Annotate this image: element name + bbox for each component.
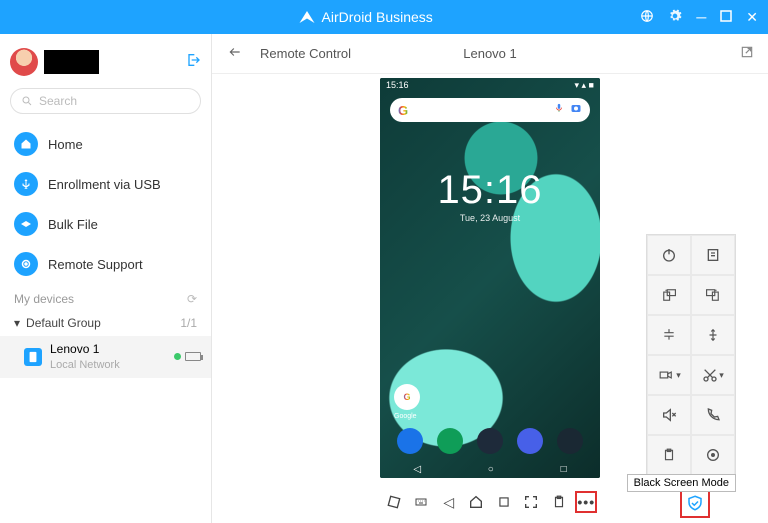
nav-home-icon[interactable]: ○ [488, 464, 494, 475]
toolbar-fullscreen-icon[interactable] [520, 491, 542, 513]
bottom-toolbar: ◁ ••• [380, 487, 600, 517]
content-area: Remote Control Lenovo 1 15:16 ▾ ▴ ■ G [212, 34, 768, 523]
google-search-bar[interactable]: G [390, 98, 590, 122]
nav-enrollment[interactable]: Enrollment via USB [0, 164, 211, 204]
nav-bulk-file[interactable]: Bulk File [0, 204, 211, 244]
chevron-down-icon: ▾ [14, 316, 20, 330]
refresh-icon[interactable]: ⟳ [187, 292, 197, 306]
tool-volume-up[interactable] [691, 315, 735, 355]
google-g-icon: G [398, 103, 408, 118]
tool-volume-down[interactable] [647, 315, 691, 355]
home-icon [14, 132, 38, 156]
black-screen-mode-button[interactable] [680, 488, 710, 518]
tool-record[interactable]: ▾ [647, 355, 691, 395]
tool-call[interactable] [691, 395, 735, 435]
tool-cut[interactable]: ▾ [691, 355, 735, 395]
mic-icon [554, 101, 564, 119]
device-group[interactable]: ▾Default Group 1/1 [0, 310, 211, 336]
phone-status-time: 15:16 [386, 80, 409, 92]
phone-status-icons: ▾ ▴ ■ [575, 80, 594, 92]
header-device-name: Lenovo 1 [463, 46, 517, 61]
nav-home[interactable]: Home [0, 124, 211, 164]
toolbar-rotate-icon[interactable] [383, 491, 405, 513]
tooltip-black-screen: Black Screen Mode [627, 474, 736, 492]
sidebar: Search Home Enrollment via USB Bulk File… [0, 34, 212, 523]
online-status-icon [174, 353, 181, 360]
tool-power[interactable] [647, 235, 691, 275]
content-header: Remote Control Lenovo 1 [212, 34, 768, 74]
app-title: AirDroid Business [298, 8, 433, 26]
back-icon[interactable] [226, 45, 244, 62]
battery-icon [185, 352, 201, 361]
toolbar-clipboard-icon[interactable] [548, 491, 570, 513]
my-devices-label: My devices ⟳ [0, 284, 211, 310]
dock-phone-icon[interactable] [397, 428, 423, 454]
username-redacted [44, 50, 99, 74]
phone-dock [380, 428, 600, 454]
clock-date: Tue, 23 August [380, 213, 600, 223]
airdroid-logo-icon [298, 8, 316, 26]
nav-recent-icon[interactable]: □ [561, 464, 567, 475]
tool-rotate-left[interactable] [647, 275, 691, 315]
tool-mute[interactable] [647, 395, 691, 435]
nav-remote-support[interactable]: Remote Support [0, 244, 211, 284]
globe-icon[interactable] [640, 9, 654, 26]
dock-camera-icon[interactable] [557, 428, 583, 454]
dock-messages-icon[interactable] [437, 428, 463, 454]
google-app-icon[interactable]: G [394, 384, 420, 410]
clock-time: 15:16 [380, 168, 600, 213]
dock-app-icon[interactable] [517, 428, 543, 454]
open-external-icon[interactable] [740, 45, 754, 62]
phone-screen[interactable]: 15:16 ▾ ▴ ■ G 15:16 [380, 78, 600, 478]
usb-icon [14, 172, 38, 196]
search-icon [21, 95, 33, 107]
maximize-icon[interactable] [720, 9, 732, 25]
bulk-file-icon [14, 212, 38, 236]
toolbar-more-icon[interactable]: ••• [575, 491, 597, 513]
search-input[interactable]: Search [10, 88, 201, 114]
toolbar-recent-icon[interactable] [493, 491, 515, 513]
title-bar: AirDroid Business ─ ✕ [0, 0, 768, 34]
toolbar-back-icon[interactable]: ◁ [438, 491, 460, 513]
toolbar-keyboard-icon[interactable] [410, 491, 432, 513]
lens-icon [570, 101, 582, 119]
avatar[interactable] [10, 48, 38, 76]
tool-location[interactable] [691, 435, 735, 475]
minimize-icon[interactable]: ─ [696, 9, 706, 25]
tools-side-panel: ▾ ▾ [646, 234, 736, 476]
android-nav-bar: ◁ ○ □ [380, 460, 600, 478]
device-name: Lenovo 1 [50, 342, 174, 358]
support-icon [14, 252, 38, 276]
tool-clipboard[interactable] [647, 435, 691, 475]
device-item[interactable]: Lenovo 1 Local Network [0, 336, 211, 378]
toolbar-home-icon[interactable] [465, 491, 487, 513]
device-icon [24, 348, 42, 366]
gear-icon[interactable] [668, 9, 682, 26]
profile-row [0, 42, 211, 88]
nav-back-icon[interactable]: ◁ [413, 464, 421, 475]
close-icon[interactable]: ✕ [746, 9, 758, 26]
sign-out-icon[interactable] [185, 52, 201, 73]
section-title: Remote Control [260, 46, 351, 61]
tool-files[interactable] [691, 235, 735, 275]
tool-rotate-right[interactable] [691, 275, 735, 315]
device-network: Local Network [50, 358, 174, 372]
dock-browser-icon[interactable] [477, 428, 503, 454]
